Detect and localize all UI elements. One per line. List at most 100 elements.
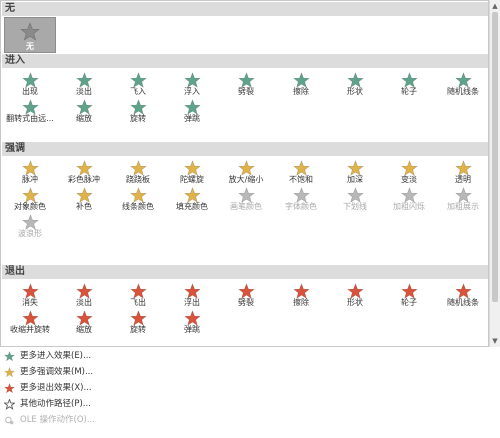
effect-label: 形状 [347, 298, 363, 307]
effect-label: 轮子 [401, 87, 417, 96]
effect-label: 加粗展示 [447, 202, 479, 211]
effect-label: 收缩并旋转 [10, 325, 50, 334]
effect-emphasis-16[interactable]: 加粗闪烁 [384, 186, 434, 212]
effect-emphasis-11[interactable]: 线条颜色 [113, 186, 163, 212]
effect-label: 放大/缩小 [228, 175, 264, 184]
effect-exit-2[interactable]: 飞出 [113, 282, 163, 308]
effect-emphasis-1[interactable]: 彩色脉冲 [59, 159, 109, 185]
effect-emphasis-13[interactable]: 画笔颜色 [221, 186, 271, 212]
effect-label: 劈裂 [238, 87, 254, 96]
effect-exit-9[interactable]: 收缩并旋转 [5, 309, 55, 335]
effect-label: 浮出 [184, 298, 200, 307]
effect-label: 缩放 [76, 325, 92, 334]
effect-label: 无 [26, 42, 34, 51]
scrollbar-thumb[interactable] [492, 12, 498, 302]
effect-exit-10[interactable]: 缩放 [59, 309, 109, 335]
effect-label: 线条颜色 [122, 202, 154, 211]
effect-entrance-1[interactable]: 淡出 [59, 71, 109, 97]
menu-item-label: 其他动作路径(P)... [20, 399, 91, 409]
menu-item-0[interactable]: 更多进入效果(E)... [0, 349, 500, 363]
effect-label: 消失 [22, 298, 38, 307]
effect-label: 字体颜色 [285, 202, 317, 211]
effect-label: 加深 [347, 175, 363, 184]
star-icon [4, 367, 15, 378]
effect-exit-11[interactable]: 旋转 [113, 309, 163, 335]
effect-exit-8[interactable]: 随机线条 [438, 282, 488, 308]
effect-label: 弹跳 [184, 114, 200, 123]
menu-item-4[interactable]: OLE 操作动作(O)... [0, 413, 500, 427]
section-header-entrance: 进入 [2, 54, 488, 68]
effect-label: 飞入 [130, 87, 146, 96]
effect-emphasis-2[interactable]: 跷跷板 [113, 159, 163, 185]
effect-entrance-10[interactable]: 缩放 [59, 98, 109, 124]
effect-exit-6[interactable]: 形状 [330, 282, 380, 308]
effect-label: 随机线条 [447, 298, 479, 307]
effect-emphasis-0[interactable]: 脉冲 [5, 159, 55, 185]
effect-label: 形状 [347, 87, 363, 96]
effect-label: 旋转 [130, 114, 146, 123]
effect-emphasis-14[interactable]: 字体颜色 [276, 186, 326, 212]
effect-emphasis-4[interactable]: 放大/缩小 [221, 159, 271, 185]
ole-action-icon [5, 416, 14, 425]
menu-item-label: 更多退出效果(X)... [20, 383, 92, 393]
effect-exit-12[interactable]: 弹跳 [167, 309, 217, 335]
menu-item-2[interactable]: 更多退出效果(X)... [0, 381, 500, 395]
effect-label: 旋转 [130, 325, 146, 334]
effect-label: 轮子 [401, 298, 417, 307]
animation-gallery: 无 进入 强调 退出 无出现 淡出 飞入 浮入 劈裂 擦除 形状 轮子 随机线条 翻转式由远...… [0, 0, 489, 347]
effect-entrance-4[interactable]: 劈裂 [221, 71, 271, 97]
motion-path-icon [4, 399, 15, 410]
effect-emphasis-10[interactable]: 补色 [59, 186, 109, 212]
effect-label: 弹跳 [184, 325, 200, 334]
effect-exit-0[interactable]: 消失 [5, 282, 55, 308]
effect-label: 翻转式由远... [6, 114, 54, 123]
effect-emphasis-12[interactable]: 填充颜色 [167, 186, 217, 212]
section-header-emphasis: 强调 [2, 142, 488, 156]
effect-label: 填充颜色 [176, 202, 208, 211]
effect-emphasis-15[interactable]: 下划线 [330, 186, 380, 212]
scroll-up-icon[interactable]: ▲ [490, 1, 500, 11]
effect-label: 随机线条 [447, 87, 479, 96]
effect-label: 不饱和 [289, 175, 313, 184]
effect-label: 出现 [22, 87, 38, 96]
effect-entrance-8[interactable]: 随机线条 [438, 71, 488, 97]
star-icon [4, 351, 15, 362]
effect-emphasis-8[interactable]: 透明 [438, 159, 488, 185]
menu-item-1[interactable]: 更多强调效果(M)... [0, 365, 500, 379]
effect-entrance-7[interactable]: 轮子 [384, 71, 434, 97]
effect-exit-5[interactable]: 擦除 [276, 282, 326, 308]
effect-exit-4[interactable]: 劈裂 [221, 282, 271, 308]
effect-none-0[interactable]: 无 [4, 17, 56, 53]
effect-emphasis-6[interactable]: 加深 [330, 159, 380, 185]
effect-emphasis-17[interactable]: 加粗展示 [438, 186, 488, 212]
effect-emphasis-9[interactable]: 对象颜色 [5, 186, 55, 212]
effect-label: 加粗闪烁 [393, 202, 425, 211]
effect-entrance-12[interactable]: 弹跳 [167, 98, 217, 124]
effect-entrance-9[interactable]: 翻转式由远... [5, 98, 55, 124]
effect-label: 陀螺旋 [180, 175, 204, 184]
effect-exit-7[interactable]: 轮子 [384, 282, 434, 308]
effect-label: 波浪形 [18, 229, 42, 238]
effect-entrance-5[interactable]: 擦除 [276, 71, 326, 97]
menu-item-3[interactable]: 其他动作路径(P)... [0, 397, 500, 411]
effect-entrance-11[interactable]: 旋转 [113, 98, 163, 124]
effect-emphasis-5[interactable]: 不饱和 [276, 159, 326, 185]
effect-label: 淡出 [76, 87, 92, 96]
menu-item-label: 更多进入效果(E)... [20, 351, 92, 361]
effect-label: 浮入 [184, 87, 200, 96]
effect-emphasis-3[interactable]: 陀螺旋 [167, 159, 217, 185]
effect-emphasis-18[interactable]: 波浪形 [5, 213, 55, 239]
effect-entrance-6[interactable]: 形状 [330, 71, 380, 97]
scroll-down-icon[interactable]: ▼ [490, 336, 500, 346]
effect-entrance-0[interactable]: 出现 [5, 71, 55, 97]
effect-emphasis-7[interactable]: 变淡 [384, 159, 434, 185]
effect-exit-1[interactable]: 淡出 [59, 282, 109, 308]
effect-label: 缩放 [76, 114, 92, 123]
effect-exit-3[interactable]: 浮出 [167, 282, 217, 308]
effect-entrance-2[interactable]: 飞入 [113, 71, 163, 97]
gallery-scrollbar[interactable]: ▲ ▼ [489, 0, 500, 347]
section-header-exit: 退出 [2, 265, 488, 279]
effect-entrance-3[interactable]: 浮入 [167, 71, 217, 97]
effect-label: 对象颜色 [14, 202, 46, 211]
effect-label: 擦除 [293, 298, 309, 307]
